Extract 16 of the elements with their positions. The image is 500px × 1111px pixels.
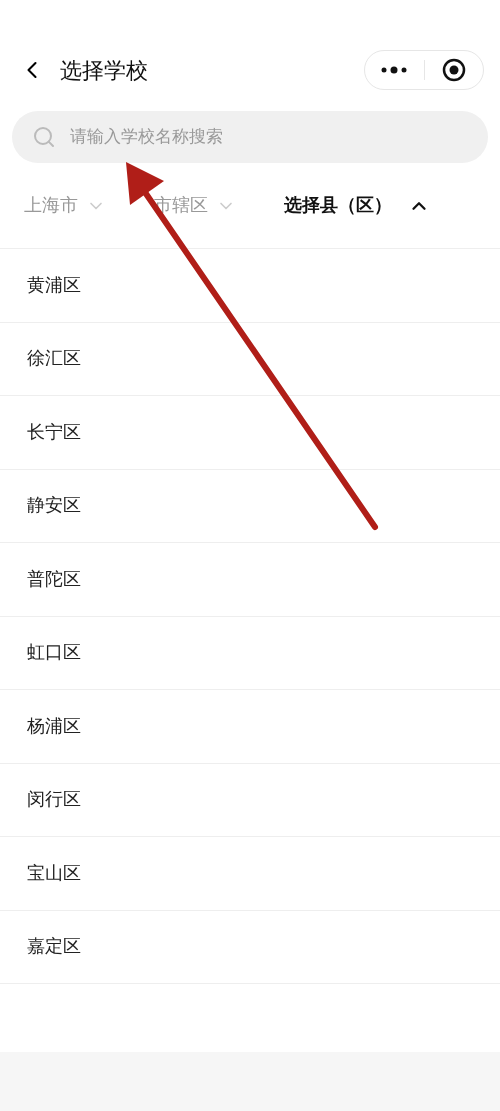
- district-item[interactable]: 徐汇区: [27, 345, 81, 373]
- district-item[interactable]: 杨浦区: [27, 712, 81, 740]
- district-item[interactable]: 虹口区: [27, 639, 81, 667]
- district-item[interactable]: 长宁区: [27, 418, 81, 446]
- district-item[interactable]: 闵行区: [27, 786, 81, 814]
- district-item[interactable]: 黄浦区: [27, 271, 81, 299]
- district-item[interactable]: 宝山区: [27, 859, 81, 887]
- district-item[interactable]: 静安区: [27, 492, 81, 520]
- search-icon: [32, 125, 56, 149]
- close-icon: [441, 58, 466, 82]
- region-tab[interactable]: 选择县（区）: [284, 192, 430, 219]
- district-item[interactable]: 嘉定区: [27, 933, 81, 961]
- more-icon: [381, 66, 408, 74]
- district-item[interactable]: 普陀区: [27, 565, 81, 593]
- search-field[interactable]: 请输入学校名称搜索: [12, 111, 488, 163]
- page-title: 选择学校: [60, 56, 148, 85]
